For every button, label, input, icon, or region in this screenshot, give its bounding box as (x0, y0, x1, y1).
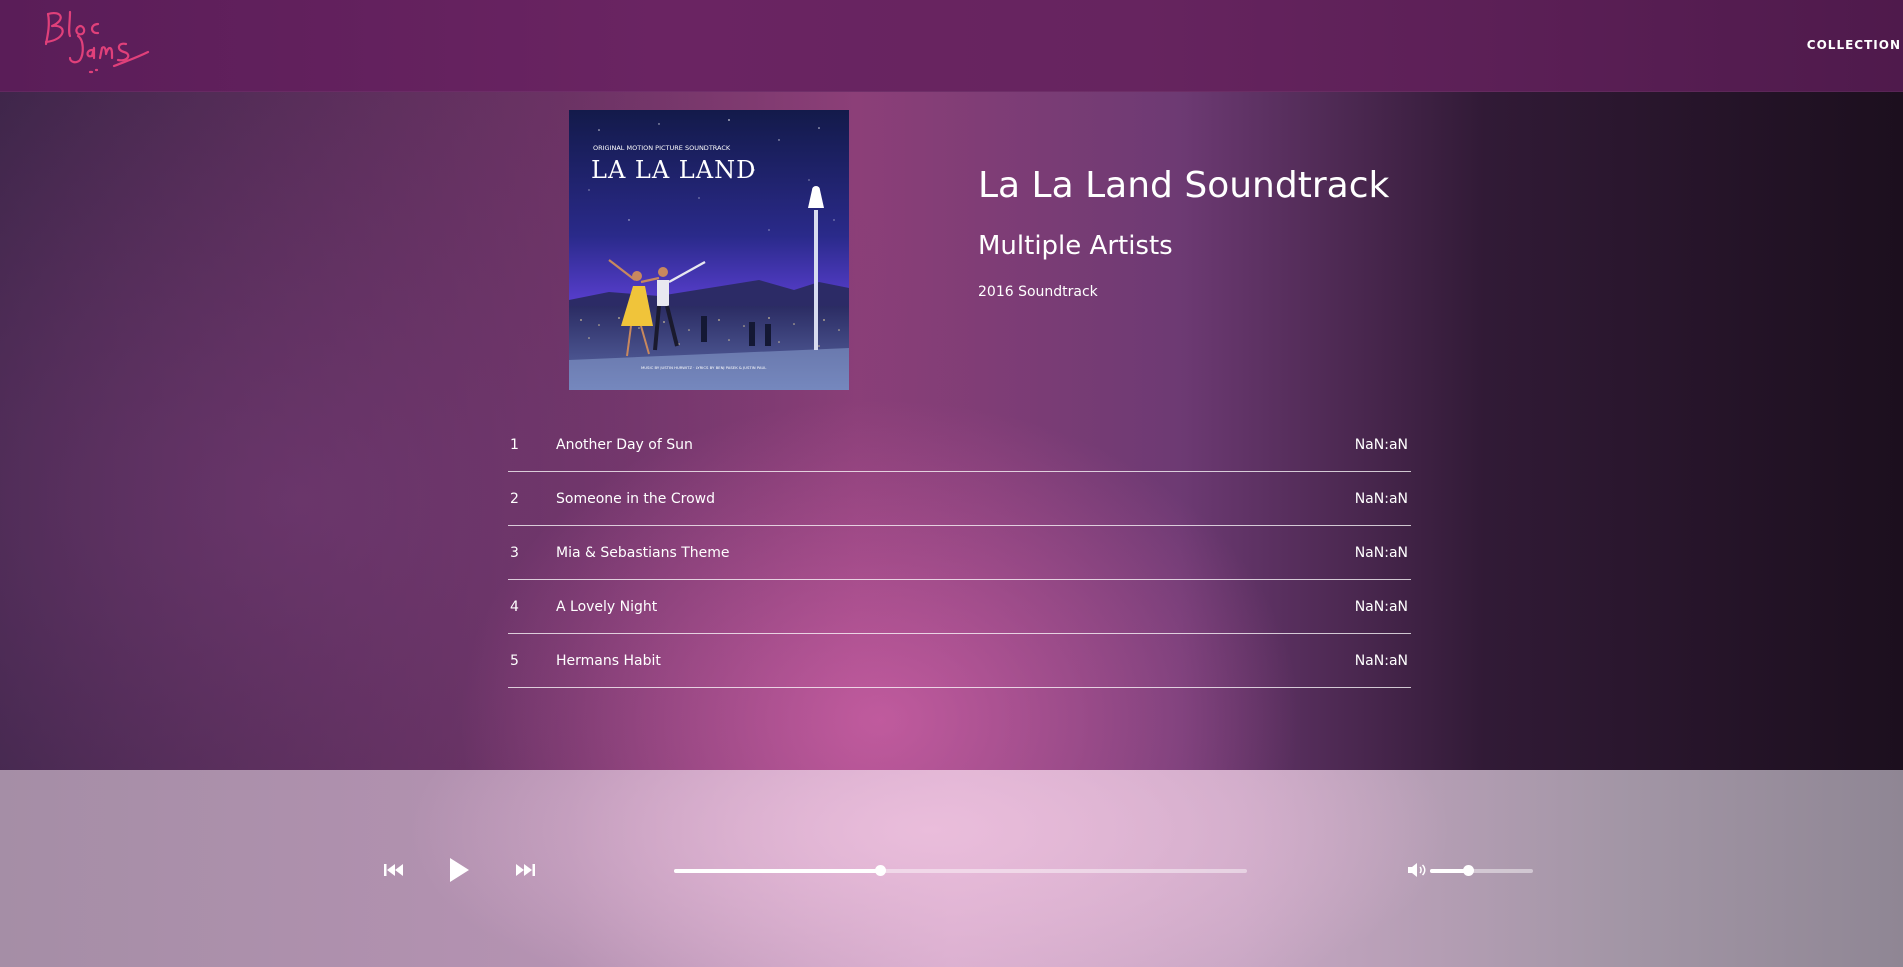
album-title: La La Land Soundtrack (978, 165, 1390, 206)
next-button[interactable] (514, 862, 536, 878)
album-cover-art: ORIGINAL MOTION PICTURE SOUNDTRACK LA LA… (569, 110, 849, 390)
album-artist: Multiple Artists (978, 231, 1173, 261)
song-list: 1 Another Day of Sun NaN:aN 2 Someone in… (508, 418, 1411, 688)
song-title: Hermans Habit (556, 653, 661, 669)
song-duration: NaN:aN (1354, 491, 1408, 507)
song-row[interactable]: 3 Mia & Sebastians Theme NaN:aN (508, 526, 1411, 580)
album-info: La La Land Soundtrack Multiple Artists 2… (978, 164, 1578, 300)
song-number[interactable]: 2 (510, 491, 519, 507)
song-duration: NaN:aN (1354, 653, 1408, 669)
song-number[interactable]: 3 (510, 545, 519, 561)
song-duration: NaN:aN (1354, 437, 1408, 453)
seek-bar-fill (674, 869, 881, 873)
volume-icon (1408, 863, 1426, 877)
song-title: A Lovely Night (556, 599, 658, 615)
cover-caption-text: ORIGINAL MOTION PICTURE SOUNDTRACK (593, 144, 731, 152)
song-title: Someone in the Crowd (556, 491, 715, 507)
cover-credits-text: MUSIC BY JUSTIN HURWITZ · LYRICS BY BENJ… (641, 365, 767, 370)
cover-title-text: LA LA LAND (591, 156, 756, 184)
previous-button[interactable] (383, 862, 405, 878)
logo-graphic (44, 10, 150, 74)
volume-button[interactable] (1407, 862, 1427, 878)
song-title: Mia & Sebastians Theme (556, 545, 730, 561)
song-number[interactable]: 5 (510, 653, 519, 669)
previous-icon (384, 864, 403, 876)
song-title: Another Day of Sun (556, 437, 693, 453)
album-cover-illustration: ORIGINAL MOTION PICTURE SOUNDTRACK LA LA… (569, 110, 849, 390)
song-number[interactable]: 1 (510, 437, 519, 453)
play-icon (450, 858, 469, 882)
volume-slider[interactable] (1430, 865, 1533, 876)
play-button[interactable] (447, 856, 471, 884)
song-row[interactable]: 5 Hermans Habit NaN:aN (508, 634, 1411, 688)
seek-bar-thumb[interactable] (875, 865, 887, 876)
album-release-info: 2016 Soundtrack (978, 284, 1098, 300)
song-row[interactable]: 2 Someone in the Crowd NaN:aN (508, 472, 1411, 526)
song-row[interactable]: 1 Another Day of Sun NaN:aN (508, 418, 1411, 472)
navbar: COLLECTION (0, 0, 1903, 92)
song-row[interactable]: 4 A Lovely Night NaN:aN (508, 580, 1411, 634)
song-number[interactable]: 4 (510, 599, 519, 615)
song-duration: NaN:aN (1354, 545, 1408, 561)
seek-bar[interactable] (674, 865, 1247, 876)
nav-collection-link[interactable]: COLLECTION (1807, 38, 1901, 52)
next-icon (516, 864, 535, 876)
song-duration: NaN:aN (1354, 599, 1408, 615)
bloc-jams-logo[interactable] (40, 6, 150, 78)
player-bar (0, 770, 1903, 967)
volume-slider-thumb[interactable] (1463, 865, 1475, 876)
